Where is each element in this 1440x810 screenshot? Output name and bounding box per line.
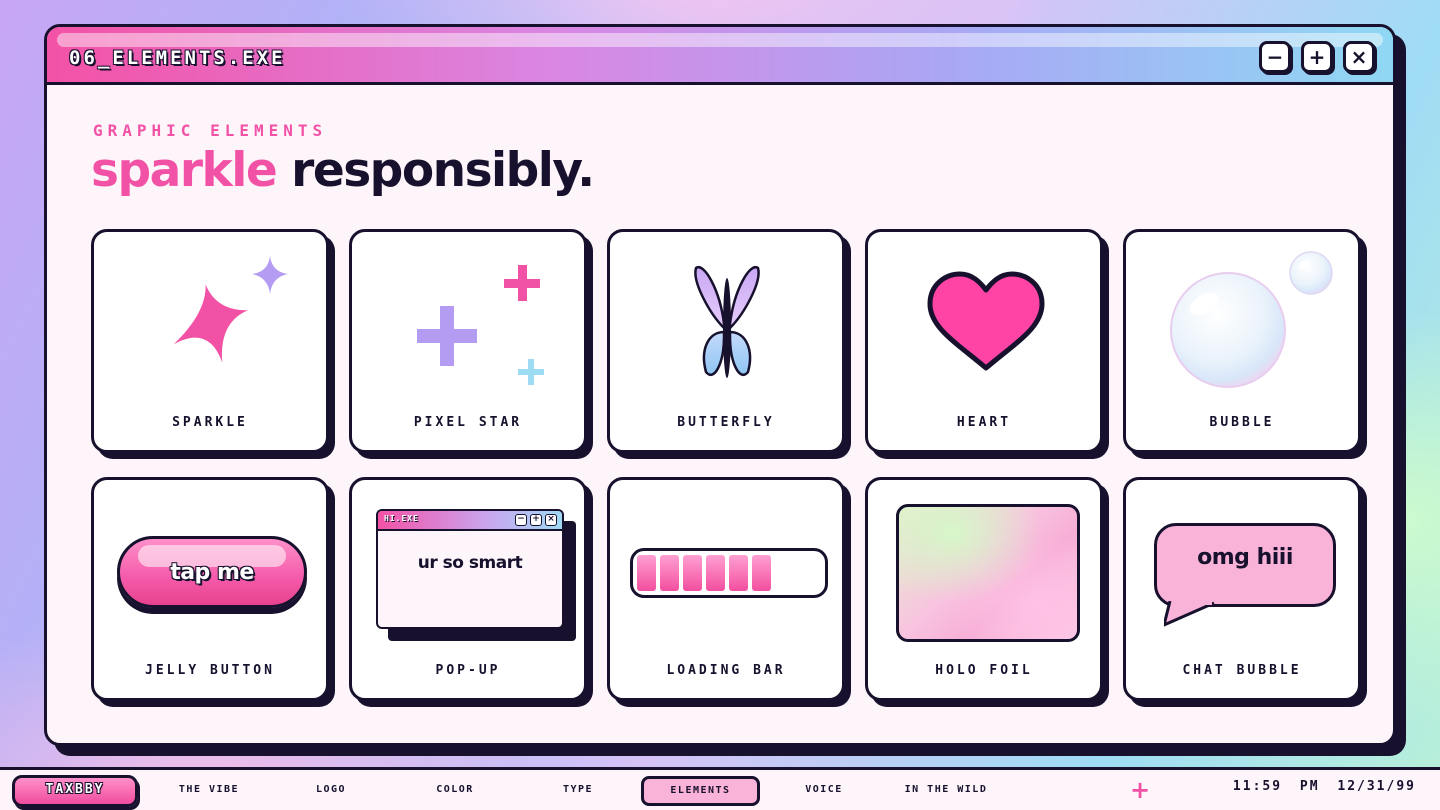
headline-accent: sparkle <box>91 143 278 198</box>
page-headline: sparkle responsibly. <box>91 143 595 198</box>
butterfly-icon <box>694 265 760 378</box>
nav-in-the-wild[interactable]: IN THE WILD <box>898 781 994 807</box>
clock-time: 11:59 PM <box>1232 779 1320 794</box>
card-bubble[interactable]: BUBBLE <box>1123 229 1361 453</box>
popup-close-icon: × <box>545 514 557 526</box>
popup-title: HI.EXE <box>384 514 419 523</box>
window-titlebar[interactable]: 06_ELEMENTS.EXE − + × <box>47 27 1393 85</box>
clock-date: 12/31/99 <box>1337 779 1416 794</box>
card-pixel-star[interactable]: PIXEL STAR <box>349 229 587 453</box>
card-holo-foil[interactable]: HOLO FOIL <box>865 477 1103 701</box>
close-button[interactable]: × <box>1343 41 1375 73</box>
pixel-star-icon <box>417 265 544 385</box>
tap-me-button[interactable]: tap me <box>117 536 307 608</box>
minimize-button[interactable]: − <box>1259 41 1291 73</box>
heart-icon <box>927 271 1045 371</box>
holo-foil-swatch <box>896 504 1080 642</box>
taskbar-clock: 11:59 PM 12/31/99 <box>1233 779 1416 794</box>
card-label: JELLY BUTTON <box>145 663 275 678</box>
window-controls: − + × <box>1259 41 1375 73</box>
popup-maximize-icon: + <box>530 514 542 526</box>
loading-bar <box>630 548 828 598</box>
popup-message: ur so smart <box>417 553 523 573</box>
card-label: LOADING BAR <box>666 663 786 678</box>
popup-minimize-icon: − <box>515 514 527 526</box>
popup-window: HI.EXE − + × ur so smart <box>376 509 564 629</box>
card-label: BUTTERFLY <box>677 415 775 430</box>
start-button[interactable]: TAXBBY <box>12 775 138 807</box>
card-label: PIXEL STAR <box>413 415 523 430</box>
nav-color[interactable]: COLOR <box>420 781 490 807</box>
popup-titlebar: HI.EXE − + × <box>378 511 562 531</box>
card-jelly-button[interactable]: tap me JELLY BUTTON <box>91 477 329 701</box>
chat-bubble-text: omg hiii <box>1197 544 1293 570</box>
nav-elements[interactable]: ELEMENTS <box>641 776 760 806</box>
nav-voice[interactable]: VOICE <box>790 781 858 807</box>
card-loading-bar[interactable]: LOADING BAR <box>607 477 845 701</box>
plus-icon[interactable]: + <box>1130 778 1150 802</box>
card-butterfly[interactable]: BUTTERFLY <box>607 229 845 453</box>
bubble-icon <box>1170 251 1333 388</box>
nav-logo[interactable]: LOGO <box>298 781 364 807</box>
card-heart[interactable]: HEART <box>865 229 1103 453</box>
card-label: HOLO FOIL <box>935 663 1033 678</box>
card-chat-bubble[interactable]: omg hiii CHAT BUBBLE <box>1123 477 1361 701</box>
card-label: BUBBLE <box>1209 415 1275 430</box>
elements-grid: SPARKLE PIXEL STAR BUTTERFLY HEART BUBBL… <box>91 229 1361 701</box>
card-label: HEART <box>956 415 1012 430</box>
loading-segment <box>729 555 748 591</box>
loading-segment <box>752 555 771 591</box>
loading-segment <box>660 555 679 591</box>
card-label: POP-UP <box>435 663 501 678</box>
chat-tail-icon <box>1164 601 1215 627</box>
nav-the-vibe[interactable]: THE VIBE <box>168 781 250 807</box>
start-button-label: TAXBBY <box>45 782 105 797</box>
nav-type[interactable]: TYPE <box>546 781 610 807</box>
loading-segment <box>706 555 725 591</box>
card-pop-up[interactable]: HI.EXE − + × ur so smart POP-UP <box>349 477 587 701</box>
maximize-button[interactable]: + <box>1301 41 1333 73</box>
taskbar: TAXBBY THE VIBE LOGO COLOR TYPE ELEMENTS… <box>0 767 1440 810</box>
section-eyebrow: GRAPHIC ELEMENTS <box>93 121 328 140</box>
jelly-button-label: tap me <box>170 559 254 585</box>
loading-segment <box>683 555 702 591</box>
window-title: 06_ELEMENTS.EXE <box>69 47 286 69</box>
sparkle-icon <box>173 256 288 363</box>
chat-bubble: omg hiii <box>1154 523 1336 607</box>
elements-window: 06_ELEMENTS.EXE − + × GRAPHIC ELEMENTS s… <box>44 24 1396 746</box>
card-sparkle[interactable]: SPARKLE <box>91 229 329 453</box>
card-label: SPARKLE <box>172 415 248 430</box>
card-label: CHAT BUBBLE <box>1182 663 1302 678</box>
headline-rest: responsibly. <box>291 143 595 198</box>
loading-segment <box>637 555 656 591</box>
